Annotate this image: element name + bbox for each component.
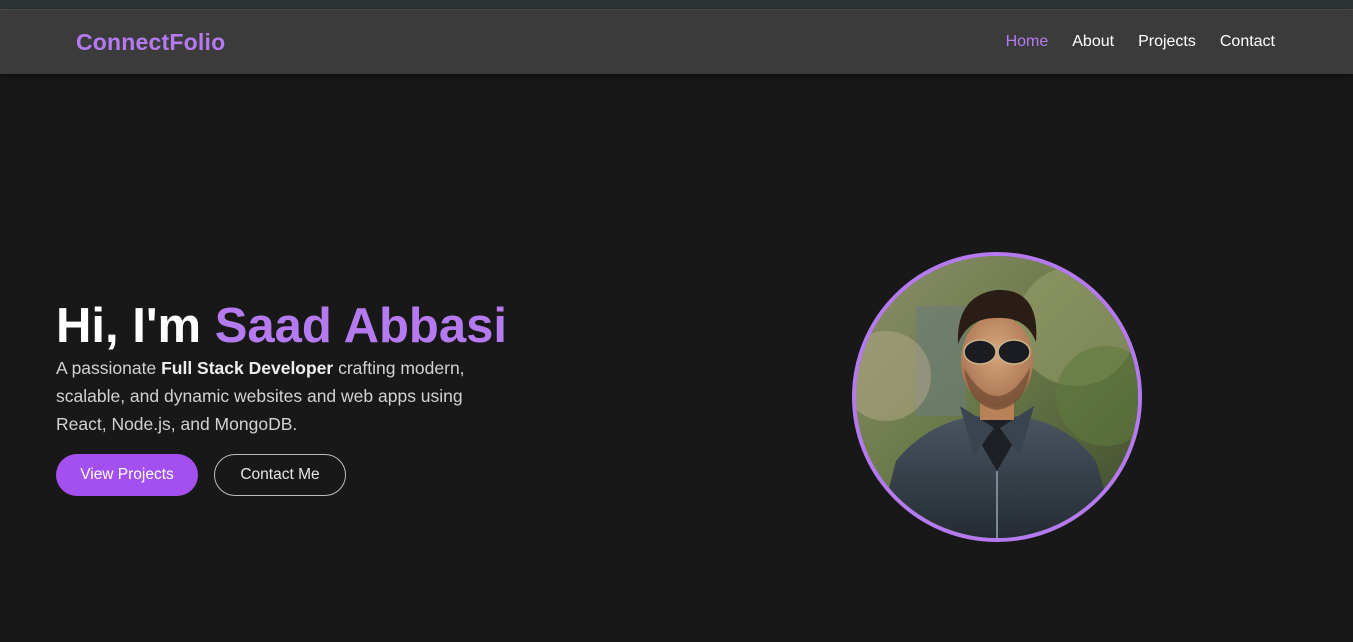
hero-description: A passionate Full Stack Developer crafti… [56, 354, 496, 438]
view-projects-button[interactable]: View Projects [56, 454, 198, 496]
profile-avatar [852, 252, 1142, 542]
nav-link-contact[interactable]: Contact [1220, 33, 1275, 50]
window-top-strip [0, 0, 1353, 10]
hero-section: Hi, I'm Saad Abbasi A passionate Full St… [56, 298, 526, 438]
nav-link-home[interactable]: Home [1006, 33, 1049, 50]
nav-links: Home About Projects Contact [1006, 33, 1275, 51]
nav-item-projects: Projects [1138, 33, 1196, 51]
nav-item-home: Home [1006, 33, 1049, 51]
navbar: ConnectFolio Home About Projects Contact [0, 10, 1353, 74]
hero-title: Hi, I'm Saad Abbasi [56, 298, 526, 354]
hero-greeting: Hi, I'm [56, 299, 215, 353]
hero-description-prefix: A passionate [56, 358, 162, 378]
nav-link-projects[interactable]: Projects [1138, 33, 1196, 50]
nav-item-about: About [1072, 33, 1114, 51]
nav-link-about[interactable]: About [1072, 33, 1114, 50]
profile-photo [856, 256, 1138, 538]
brand-logo[interactable]: ConnectFolio [76, 29, 225, 56]
hero-description-role: Full Stack Developer [161, 358, 334, 378]
contact-me-button[interactable]: Contact Me [214, 454, 346, 496]
nav-item-contact: Contact [1220, 33, 1275, 51]
hero-name: Saad Abbasi [214, 299, 507, 353]
